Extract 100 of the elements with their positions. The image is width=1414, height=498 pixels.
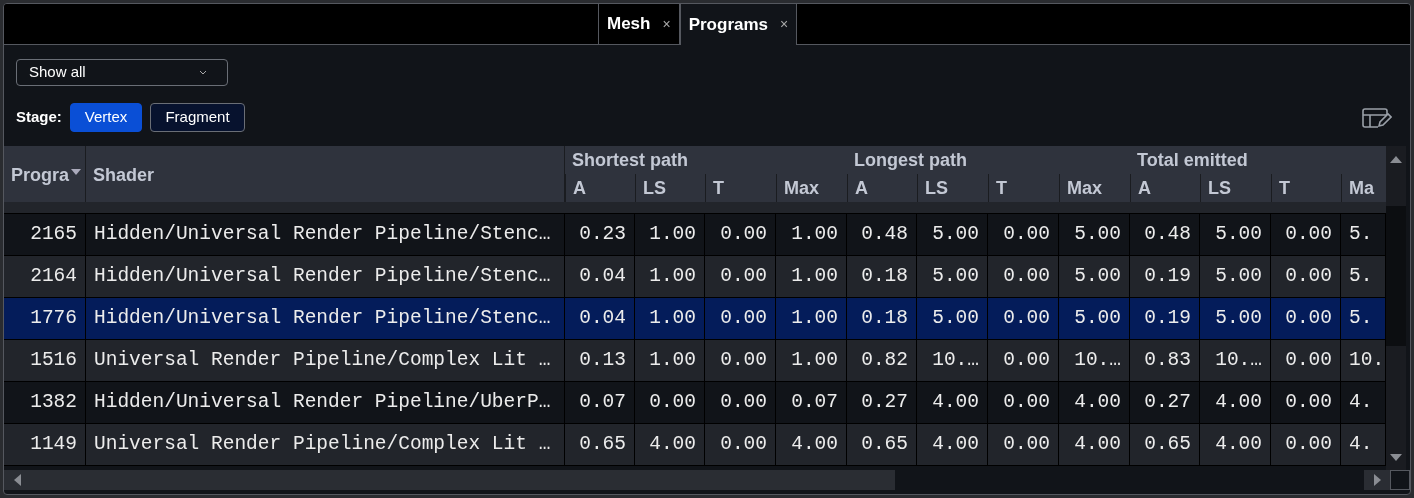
table-cell-text: 4.00 [791, 431, 838, 457]
table-cell-text: 4.00 [1215, 389, 1262, 415]
table-cell-text: 1.00 [649, 221, 696, 247]
column-group-header: Shortest path [572, 149, 688, 172]
table-cell-text: Hidden/Universal Render Pipeline/Stenc… [94, 305, 551, 331]
table-cell-text: 0.00 [649, 389, 696, 415]
scroll-down-icon[interactable] [1390, 454, 1402, 462]
table-cell-text: 10. [1349, 347, 1385, 373]
stage-button[interactable]: Vertex [69, 103, 143, 132]
table-cell-text: 5.00 [1215, 305, 1262, 331]
table-cell-text: 0.00 [720, 389, 767, 415]
table-cell-text: 4.00 [932, 431, 979, 457]
tab[interactable]: Programs × [679, 4, 798, 45]
tab-label: Mesh [607, 13, 651, 36]
scroll-up-icon[interactable] [1390, 156, 1402, 164]
table-cell-text: 2164 [30, 263, 77, 289]
table-cell-text: 1516 [30, 347, 77, 373]
table-edit-icon[interactable] [1362, 106, 1392, 129]
table-cell-text: 4.00 [1074, 389, 1121, 415]
vertical-scrollbar[interactable] [1386, 146, 1406, 470]
stage-button[interactable]: Fragment [150, 103, 245, 132]
scroll-right-icon[interactable] [1373, 474, 1381, 486]
table-cell-text: 0.83 [1144, 347, 1191, 373]
table-cell-text: 5. [1349, 221, 1373, 247]
sort-icon [71, 169, 82, 175]
table-cell-text: 5.00 [932, 263, 979, 289]
table-cell-text: 0.00 [1003, 347, 1050, 373]
table-cell-text: Hidden/Universal Render Pipeline/UberP… [94, 389, 551, 415]
table-cell-text: 0.00 [1285, 347, 1332, 373]
table-cell-text: 0.00 [720, 221, 767, 247]
table-cell-text: 1382 [30, 389, 77, 415]
table-cell-text: 0.00 [720, 263, 767, 289]
tab-label: Programs [688, 13, 769, 36]
table-cell-text: 4.00 [1215, 431, 1262, 457]
scrollbar-thumb[interactable] [30, 470, 895, 490]
table-row[interactable]: 1149 Universal Render Pipeline/Complex Lit … 0.65 4.00 0.00 4.00 0.65 4.00 0.00 4.00 0.65 4.00 0.00 4. [4, 424, 1386, 466]
table-cell-text: 1776 [30, 305, 77, 331]
table-cell-text: 0.00 [1003, 221, 1050, 247]
table-cell-text: 0.48 [861, 221, 908, 247]
table-cell-text: 5.00 [932, 221, 979, 247]
table-cell-text: 0.13 [579, 347, 626, 373]
table-cell-text: 4. [1349, 431, 1373, 457]
tab[interactable]: Mesh × [598, 4, 680, 44]
table-cell-text: 0.00 [1285, 431, 1332, 457]
table-cell-text: 10.… [1215, 347, 1262, 373]
table-cell-text: 0.00 [720, 305, 767, 331]
table-cell-text: 0.00 [1003, 431, 1050, 457]
scroll-left-icon[interactable] [13, 474, 21, 486]
table-cell-text: 0.00 [720, 431, 767, 457]
table-cell-text: 1.00 [649, 305, 696, 331]
table-cell-text: 0.48 [1144, 221, 1191, 247]
table-cell-text: 4.00 [649, 431, 696, 457]
table-cell-text: 0.65 [1144, 431, 1191, 457]
table-row[interactable]: 1516 Universal Render Pipeline/Complex Lit … 0.13 1.00 0.00 1.00 0.82 10.… 0.00 10.… 0.83 10.… 0.00 10. [4, 340, 1386, 382]
table-cell-text: 0.65 [861, 431, 908, 457]
table-cell-text: 0.00 [1285, 221, 1332, 247]
table-cell-text: 2165 [30, 221, 77, 247]
table-cell-text: 0.00 [1003, 305, 1050, 331]
table-cell-text: 1.00 [649, 263, 696, 289]
table-cell-text: 0.00 [720, 347, 767, 373]
table-cell-text: 0.23 [579, 221, 626, 247]
table-cell-text: 1149 [30, 431, 77, 457]
column-group-header: Total emitted [1137, 149, 1248, 172]
table-row[interactable]: 2164 Hidden/Universal Render Pipeline/Stenc… 0.04 1.00 0.00 1.00 0.18 5.00 0.00 5.00 0.19 5.00 0.00 5. [4, 256, 1386, 298]
table-cell-text: 0.04 [579, 305, 626, 331]
table-cell-text: 0.04 [579, 263, 626, 289]
table-cell-text: Hidden/Universal Render Pipeline/Stenc… [94, 263, 551, 289]
table-cell-text: 4.00 [932, 389, 979, 415]
table-cell-text: 5. [1349, 305, 1373, 331]
table-row[interactable]: 1382 Hidden/Universal Render Pipeline/UberP… 0.07 0.00 0.00 0.07 0.27 4.00 0.00 4.00 0.27 4.00 0.00 4. [4, 382, 1386, 424]
horizontal-scrollbar[interactable] [4, 470, 1410, 490]
stage-label: Stage: [16, 107, 62, 128]
chevron-icon [199, 70, 207, 75]
table-cell-text: 0.65 [579, 431, 626, 457]
table-cell-text: 0.07 [579, 389, 626, 415]
table-row[interactable]: 1776 Hidden/Universal Render Pipeline/Stenc… 0.04 1.00 0.00 1.00 0.18 5.00 0.00 5.00 0.19 5.00 0.00 5. [4, 298, 1386, 340]
table-cell-text: 5.00 [1074, 305, 1121, 331]
table-row[interactable]: 2165 Hidden/Universal Render Pipeline/Stenc… 0.23 1.00 0.00 1.00 0.48 5.00 0.00 5.00 0.48 5.00 0.00 5. [4, 214, 1386, 256]
table-cell-text: 5.00 [1074, 221, 1121, 247]
table-cell-text: 10.… [932, 347, 979, 373]
table-cell-text: 5.00 [1074, 263, 1121, 289]
table-cell-text: Universal Render Pipeline/Complex Lit … [94, 347, 551, 373]
table-cell-text: 0.18 [861, 263, 908, 289]
table-cell-text: 0.19 [1144, 305, 1191, 331]
table-cell-text: Hidden/Universal Render Pipeline/Stenc… [94, 221, 551, 247]
table-cell-text: 0.82 [861, 347, 908, 373]
table-cell-text: 0.27 [861, 389, 908, 415]
table-cell-text: 5. [1349, 263, 1373, 289]
column-group-header: Longest path [854, 149, 967, 172]
table-cell-text: 0.00 [1285, 263, 1332, 289]
close-icon[interactable]: × [780, 14, 789, 35]
table-cell-text: 0.18 [861, 305, 908, 331]
table-cell-text: 1.00 [791, 263, 838, 289]
table-cell-text: 0.00 [1285, 305, 1332, 331]
table-cell-text: 1.00 [649, 347, 696, 373]
table-cell-text: 0.00 [1003, 263, 1050, 289]
filter-dropdown[interactable]: Show all [16, 59, 228, 86]
close-icon[interactable]: × [662, 13, 671, 35]
table-cell-text: 4. [1349, 389, 1373, 415]
scrollbar-thumb[interactable] [1386, 206, 1406, 346]
